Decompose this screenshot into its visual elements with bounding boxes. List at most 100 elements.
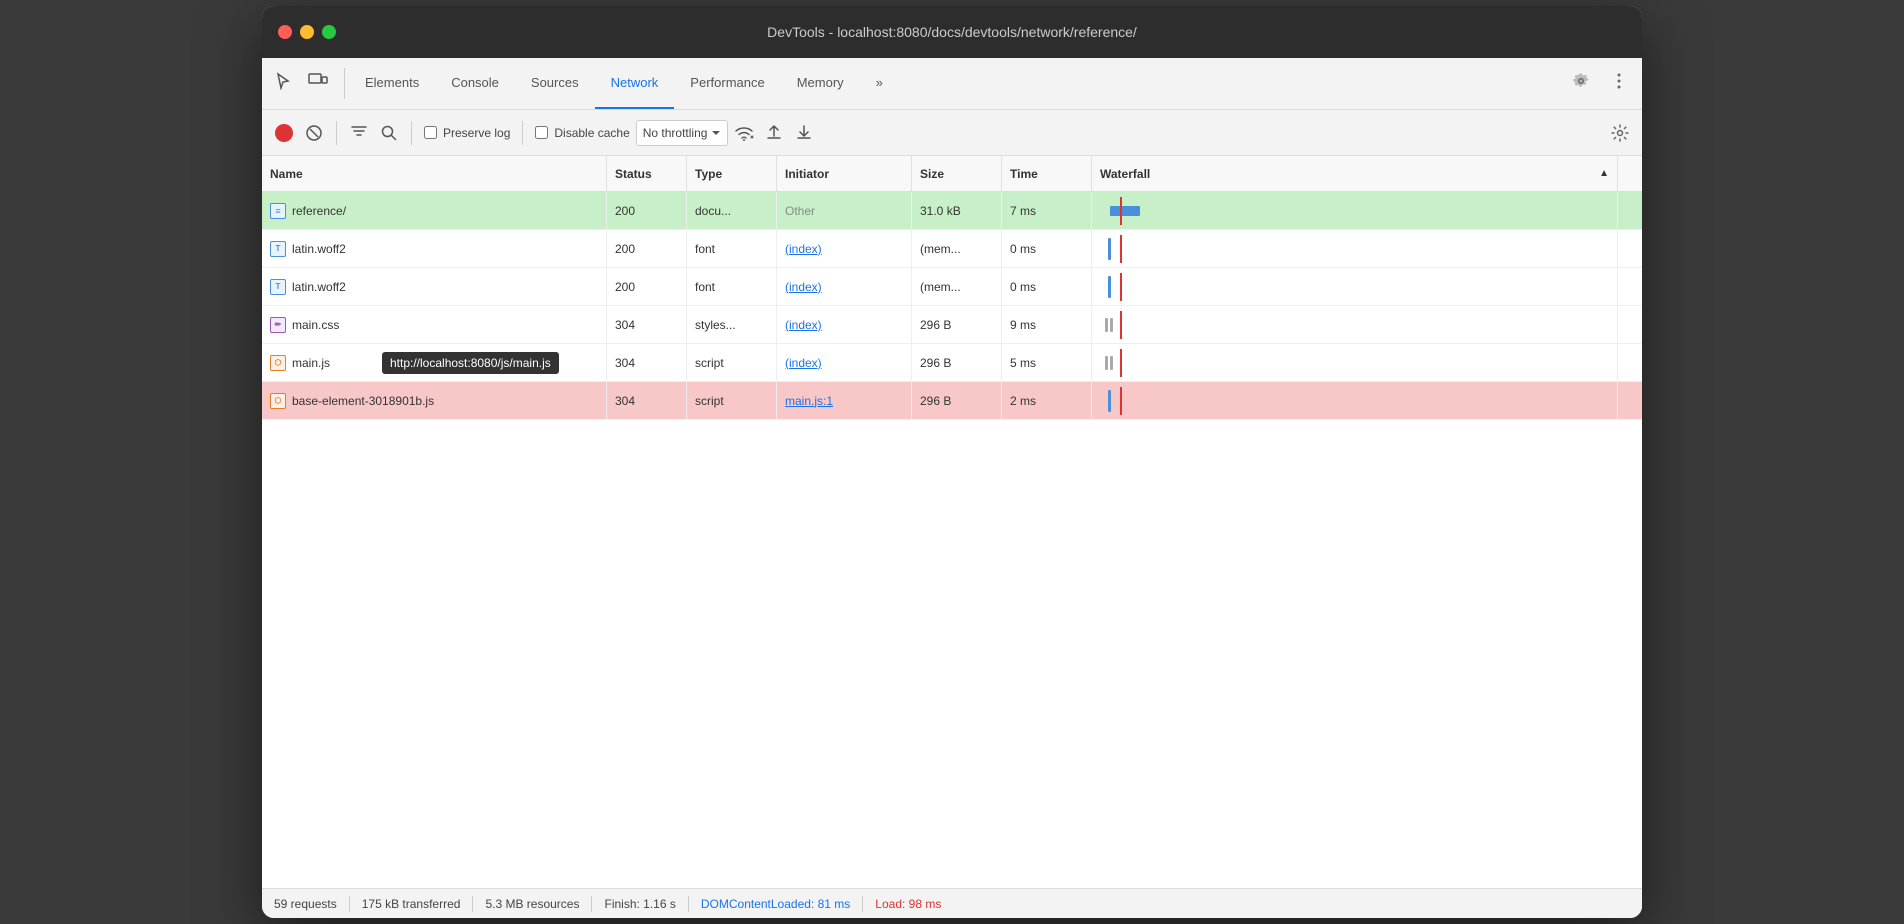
css-icon: ✏ — [270, 317, 286, 333]
cell-waterfall-3 — [1092, 306, 1618, 343]
more-options-icon[interactable] — [1604, 68, 1634, 99]
col-type[interactable]: Type — [687, 156, 777, 191]
tab-console[interactable]: Console — [435, 58, 515, 109]
maximize-button[interactable] — [322, 25, 336, 39]
toolbar-separator-1 — [336, 121, 337, 145]
resources-size: 5.3 MB resources — [485, 897, 579, 911]
url-tooltip: http://localhost:8080/js/main.js — [382, 352, 559, 374]
cell-arrow-5 — [1618, 382, 1642, 419]
doc-icon: ≡ — [270, 203, 286, 219]
import-icon[interactable] — [760, 119, 788, 147]
col-waterfall[interactable]: Waterfall ▲ — [1092, 156, 1618, 191]
cell-name-0: ≡ reference/ — [262, 192, 607, 229]
col-size[interactable]: Size — [912, 156, 1002, 191]
tab-bar-right — [1558, 68, 1634, 99]
device-toggle-icon[interactable] — [304, 68, 332, 99]
requests-count: 59 requests — [274, 897, 337, 911]
tab-network[interactable]: Network — [595, 58, 675, 109]
js-icon: ⬡ — [270, 393, 286, 409]
cell-arrow-3 — [1618, 306, 1642, 343]
tab-memory[interactable]: Memory — [781, 58, 860, 109]
tab-more[interactable]: » — [860, 58, 899, 109]
cell-waterfall-4 — [1092, 344, 1618, 381]
settings-icon[interactable] — [1566, 68, 1596, 99]
tab-bar: Elements Console Sources Network Perform… — [262, 58, 1642, 110]
cell-type-1: font — [687, 230, 777, 267]
cell-type-0: docu... — [687, 192, 777, 229]
toolbar-separator-3 — [522, 121, 523, 145]
table-row[interactable]: T latin.woff2 200 font (index) (mem... 0… — [262, 268, 1642, 306]
cell-arrow-4 — [1618, 344, 1642, 381]
table-row[interactable]: ✏ main.css 304 styles... (index) 296 B 9… — [262, 306, 1642, 344]
cell-initiator-2: (index) — [777, 268, 912, 305]
status-sep-3 — [591, 896, 592, 912]
cell-waterfall-2 — [1092, 268, 1618, 305]
cell-status-0: 200 — [607, 192, 687, 229]
cell-status-5: 304 — [607, 382, 687, 419]
cell-type-5: script — [687, 382, 777, 419]
table-row[interactable]: ⬡ main.js http://localhost:8080/js/main.… — [262, 344, 1642, 382]
cell-status-1: 200 — [607, 230, 687, 267]
cell-waterfall-0 — [1092, 192, 1618, 229]
cursor-icon[interactable] — [270, 68, 296, 99]
tab-sources[interactable]: Sources — [515, 58, 595, 109]
cell-type-3: styles... — [687, 306, 777, 343]
table-row[interactable]: ≡ reference/ 200 docu... Other 31.0 kB 7… — [262, 192, 1642, 230]
cell-initiator-4: (index) — [777, 344, 912, 381]
transferred-size: 175 kB transferred — [362, 897, 461, 911]
cell-name-1: T latin.woff2 — [262, 230, 607, 267]
cell-time-1: 0 ms — [1002, 230, 1092, 267]
close-button[interactable] — [278, 25, 292, 39]
cell-waterfall-5 — [1092, 382, 1618, 419]
export-icon[interactable] — [790, 119, 818, 147]
finish-time: Finish: 1.16 s — [604, 897, 675, 911]
traffic-lights — [278, 25, 336, 39]
cell-time-4: 5 ms — [1002, 344, 1092, 381]
cell-name-4: ⬡ main.js http://localhost:8080/js/main.… — [262, 344, 607, 381]
cell-name-3: ✏ main.css — [262, 306, 607, 343]
minimize-button[interactable] — [300, 25, 314, 39]
cell-time-5: 2 ms — [1002, 382, 1092, 419]
empty-cell — [262, 420, 607, 500]
cell-status-4: 304 — [607, 344, 687, 381]
cell-time-0: 7 ms — [1002, 192, 1092, 229]
titlebar: DevTools - localhost:8080/docs/devtools/… — [262, 6, 1642, 58]
window-title: DevTools - localhost:8080/docs/devtools/… — [767, 24, 1137, 40]
col-time[interactable]: Time — [1002, 156, 1092, 191]
search-icon[interactable] — [375, 119, 403, 147]
status-bar: 59 requests 175 kB transferred 5.3 MB re… — [262, 888, 1642, 918]
tab-elements[interactable]: Elements — [349, 58, 435, 109]
table-row-empty — [262, 420, 1642, 500]
record-button[interactable] — [270, 119, 298, 147]
col-initiator[interactable]: Initiator — [777, 156, 912, 191]
filter-icon[interactable] — [345, 119, 373, 147]
col-status[interactable]: Status — [607, 156, 687, 191]
cell-size-1: (mem... — [912, 230, 1002, 267]
table-row[interactable]: T latin.woff2 200 font (index) (mem... 0… — [262, 230, 1642, 268]
devtools-window: DevTools - localhost:8080/docs/devtools/… — [262, 6, 1642, 918]
preserve-log-checkbox[interactable] — [424, 126, 437, 139]
preserve-log-label[interactable]: Preserve log — [424, 126, 510, 140]
status-sep-4 — [688, 896, 689, 912]
cell-size-5: 296 B — [912, 382, 1002, 419]
disable-cache-label[interactable]: Disable cache — [535, 126, 629, 140]
font-icon: T — [270, 241, 286, 257]
cell-initiator-1: (index) — [777, 230, 912, 267]
clear-button[interactable] — [300, 119, 328, 147]
network-settings-icon[interactable] — [1606, 119, 1634, 147]
table-body: ≡ reference/ 200 docu... Other 31.0 kB 7… — [262, 192, 1642, 888]
cell-initiator-0: Other — [777, 192, 912, 229]
col-name[interactable]: Name — [262, 156, 607, 191]
tab-performance[interactable]: Performance — [674, 58, 780, 109]
status-sep-5 — [862, 896, 863, 912]
network-toolbar: Preserve log Disable cache No throttling — [262, 110, 1642, 156]
disable-cache-checkbox[interactable] — [535, 126, 548, 139]
throttle-select[interactable]: No throttling — [636, 120, 729, 146]
cell-name-2: T latin.woff2 — [262, 268, 607, 305]
table-row[interactable]: ⬡ base-element-3018901b.js 304 script ma… — [262, 382, 1642, 420]
cell-size-3: 296 B — [912, 306, 1002, 343]
font-icon: T — [270, 279, 286, 295]
wifi-settings-icon[interactable] — [730, 119, 758, 147]
cell-type-2: font — [687, 268, 777, 305]
dom-content-loaded: DOMContentLoaded: 81 ms — [701, 897, 850, 911]
